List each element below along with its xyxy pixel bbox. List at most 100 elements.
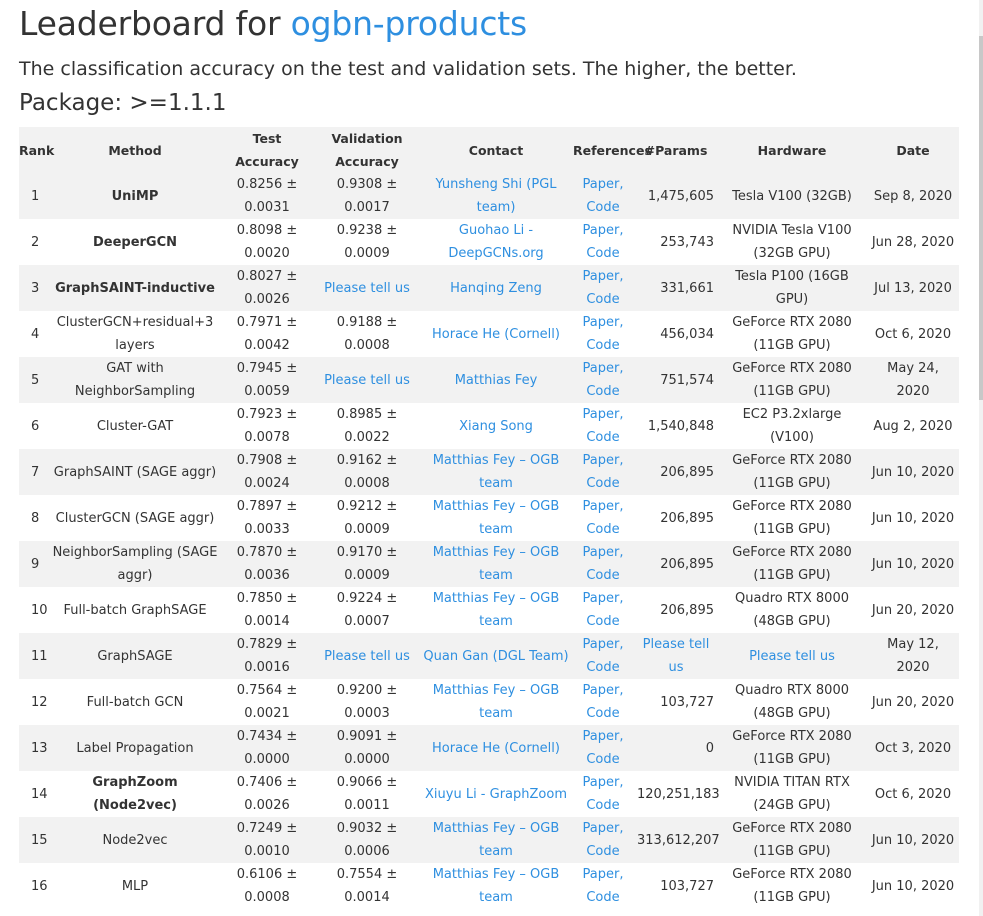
rank-cell: 11 — [31, 648, 48, 664]
validation-accuracy-cell: 0.9162 ± 0.0008 — [336, 453, 398, 491]
validation-accuracy-cell-link[interactable]: Please tell us — [324, 373, 410, 388]
references-cell: Paper, Code — [571, 357, 635, 403]
params-cell: 456,034 — [660, 326, 714, 342]
references-cell-link[interactable]: Paper, Code — [583, 361, 624, 399]
hardware-cell: GeForce RTX 2080 (11GB GPU) — [732, 361, 852, 399]
contact-cell: Matthias Fey – OGB team — [421, 863, 571, 909]
references-cell-link[interactable]: Paper, Code — [583, 223, 624, 261]
references-cell: Paper, Code — [571, 311, 635, 357]
references-cell-link[interactable]: Paper, Code — [583, 177, 624, 215]
params-cell: 206,895 — [660, 602, 714, 618]
contact-cell-link[interactable]: Hanqing Zeng — [450, 281, 542, 296]
contact-cell: Matthias Fey – OGB team — [421, 541, 571, 587]
table-row: 14 GraphZoom (Node2vec) 0.7406 ± 0.0026 0.9… — [19, 771, 959, 817]
references-cell-link[interactable]: Paper, Code — [583, 821, 624, 859]
references-cell: Paper, Code — [571, 449, 635, 495]
column-header: Validation Accuracy — [331, 131, 403, 169]
contact-cell: Quan Gan (DGL Team) — [421, 633, 571, 679]
rank-cell: 5 — [31, 372, 40, 388]
validation-accuracy-cell-link[interactable]: Please tell us — [324, 649, 410, 664]
contact-cell: Matthias Fey — [421, 357, 571, 403]
dataset-link[interactable]: ogbn-products — [291, 4, 528, 43]
params-cell-link[interactable]: Please tell us — [643, 637, 710, 675]
table-header-row: Rank Method Test Accuracy Validation Acc… — [19, 127, 959, 173]
references-cell-link[interactable]: Paper, Code — [583, 407, 624, 445]
contact-cell-link[interactable]: Matthias Fey – OGB team — [433, 821, 560, 859]
references-cell-link[interactable]: Paper, Code — [583, 315, 624, 353]
method-cell: UniMP — [111, 188, 159, 204]
validation-accuracy-cell: 0.9212 ± 0.0009 — [336, 499, 398, 537]
contact-cell: Hanqing Zeng — [421, 265, 571, 311]
references-cell-link[interactable]: Paper, Code — [583, 453, 624, 491]
test-accuracy-cell: 0.7249 ± 0.0010 — [236, 821, 298, 859]
table-row: 7 GraphSAINT (SAGE aggr) 0.7908 ± 0.0024 0.… — [19, 449, 959, 495]
references-cell-link[interactable]: Paper, Code — [583, 545, 624, 583]
params-cell: 751,574 — [660, 372, 714, 388]
references-cell-link[interactable]: Paper, Code — [583, 499, 624, 537]
package-version: Package: >=1.1.1 — [19, 90, 227, 116]
date-cell: Jun 10, 2020 — [871, 464, 955, 480]
contact-cell-link[interactable]: Quan Gan (DGL Team) — [423, 649, 568, 664]
column-header: Date — [896, 142, 930, 158]
test-accuracy-cell: 0.6106 ± 0.0008 — [236, 867, 298, 905]
contact-cell-link[interactable]: Matthias Fey – OGB team — [433, 683, 560, 721]
contact-cell-link[interactable]: Matthias Fey – OGB team — [433, 591, 560, 629]
method-cell: GraphSAGE — [97, 648, 173, 664]
hardware-cell: GeForce RTX 2080 (11GB GPU) — [732, 867, 852, 905]
date-cell: Sep 8, 2020 — [873, 188, 953, 204]
validation-accuracy-cell: 0.9188 ± 0.0008 — [336, 315, 398, 353]
params-cell: 0 — [705, 740, 714, 756]
column-header: #Params — [644, 142, 708, 158]
references-cell: Paper, Code — [571, 587, 635, 633]
contact-cell-link[interactable]: Matthias Fey – OGB team — [433, 867, 560, 905]
references-cell: Paper, Code — [571, 219, 635, 265]
contact-cell-link[interactable]: Matthias Fey – OGB team — [433, 453, 560, 491]
validation-accuracy-cell-link[interactable]: Please tell us — [324, 281, 410, 296]
test-accuracy-cell: 0.7897 ± 0.0033 — [236, 499, 298, 537]
references-cell: Paper, Code — [571, 265, 635, 311]
contact-cell-link[interactable]: Matthias Fey – OGB team — [433, 499, 560, 537]
hardware-cell: EC2 P3.2xlarge (V100) — [742, 407, 842, 445]
rank-cell: 3 — [31, 280, 40, 296]
contact-cell: Matthias Fey – OGB team — [421, 495, 571, 541]
method-cell: ClusterGCN+residual+3 layers — [56, 315, 214, 353]
hardware-cell: GeForce RTX 2080 (11GB GPU) — [732, 453, 852, 491]
table-row: 12 Full-batch GCN 0.7564 ± 0.0021 0.9200 ± … — [19, 679, 959, 725]
params-cell: 206,895 — [660, 464, 714, 480]
contact-cell-link[interactable]: Matthias Fey – OGB team — [433, 545, 560, 583]
rank-cell: 4 — [31, 326, 40, 342]
contact-cell-link[interactable]: Horace He (Cornell) — [432, 741, 560, 756]
test-accuracy-cell: 0.7406 ± 0.0026 — [236, 775, 298, 813]
method-cell: MLP — [121, 878, 149, 894]
references-cell-link[interactable]: Paper, Code — [583, 867, 624, 905]
validation-accuracy-cell: 0.9200 ± 0.0003 — [336, 683, 398, 721]
hardware-cell-link[interactable]: Please tell us — [749, 649, 835, 664]
table-row: 8 ClusterGCN (SAGE aggr) 0.7897 ± 0.0033 0.… — [19, 495, 959, 541]
hardware-cell: Tesla V100 (32GB) — [732, 188, 852, 204]
test-accuracy-cell: 0.7908 ± 0.0024 — [236, 453, 298, 491]
method-cell: Full-batch GCN — [86, 694, 184, 710]
references-cell-link[interactable]: Paper, Code — [583, 729, 624, 767]
test-accuracy-cell: 0.7870 ± 0.0036 — [236, 545, 298, 583]
contact-cell: Xiuyu Li - GraphZoom — [421, 771, 571, 817]
params-cell: 331,661 — [660, 280, 714, 296]
references-cell-link[interactable]: Paper, Code — [583, 775, 624, 813]
hardware-cell: GeForce RTX 2080 (11GB GPU) — [732, 499, 852, 537]
date-cell: Jun 10, 2020 — [871, 878, 955, 894]
scrollbar-thumb[interactable] — [979, 36, 983, 400]
references-cell-link[interactable]: Paper, Code — [583, 683, 624, 721]
contact-cell-link[interactable]: Matthias Fey — [455, 373, 538, 388]
references-cell-link[interactable]: Paper, Code — [583, 637, 624, 675]
contact-cell-link[interactable]: Guohao Li - DeepGCNs.org — [448, 223, 543, 261]
contact-cell-link[interactable]: Yunsheng Shi (PGL team) — [435, 177, 556, 215]
contact-cell-link[interactable]: Xiuyu Li - GraphZoom — [425, 787, 567, 802]
page-title: Leaderboard for ogbn-products — [19, 4, 527, 43]
references-cell-link[interactable]: Paper, Code — [583, 269, 624, 307]
contact-cell-link[interactable]: Horace He (Cornell) — [432, 327, 560, 342]
references-cell: Paper, Code — [571, 495, 635, 541]
references-cell-link[interactable]: Paper, Code — [583, 591, 624, 629]
rank-cell: 7 — [31, 464, 40, 480]
params-cell: 103,727 — [660, 694, 714, 710]
contact-cell-link[interactable]: Xiang Song — [459, 419, 533, 434]
date-cell: Jun 10, 2020 — [871, 556, 955, 572]
